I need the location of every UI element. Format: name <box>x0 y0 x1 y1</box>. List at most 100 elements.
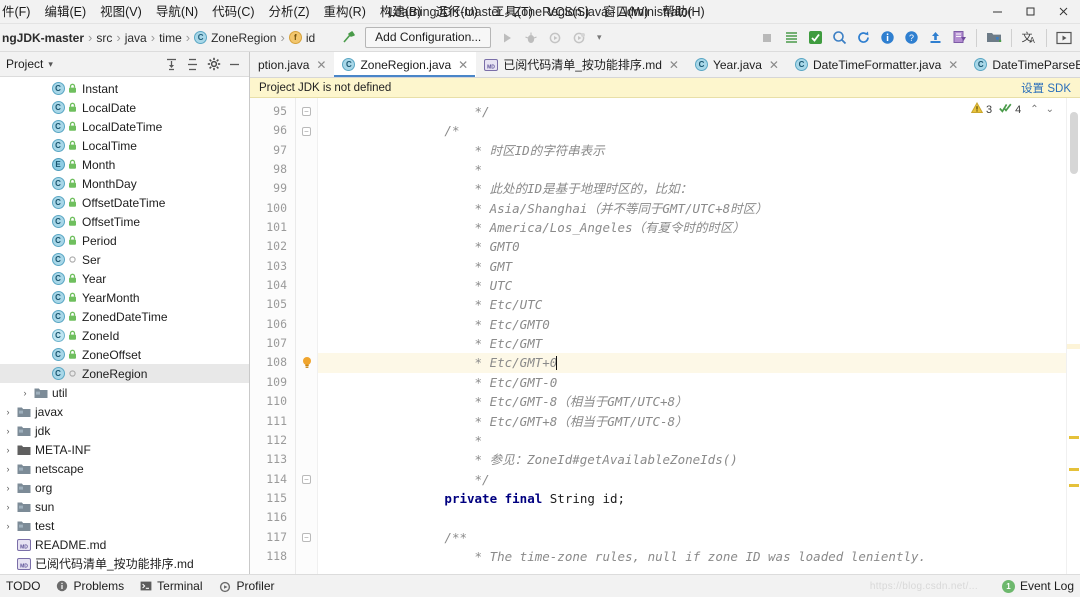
code-line[interactable]: * UTC <box>318 276 1066 295</box>
status-terminal[interactable]: Terminal <box>140 579 203 593</box>
code-line[interactable]: * America/Los_Angeles（有夏令时的时区） <box>318 218 1066 237</box>
close-tab-icon[interactable]: ✕ <box>769 59 779 71</box>
code-line[interactable] <box>318 508 1066 527</box>
chevron-right-icon[interactable]: › <box>0 407 16 417</box>
tree-item[interactable]: › META-INF <box>0 440 249 459</box>
help-icon[interactable]: ? <box>900 27 922 49</box>
tree-item[interactable]: MD README.md <box>0 535 249 554</box>
tree-item[interactable]: › util <box>0 383 249 402</box>
breadcrumb-item-zoneregion[interactable]: C ZoneRegion <box>194 31 276 45</box>
expand-all-icon[interactable] <box>161 54 182 75</box>
code-line[interactable]: * The time-zone rules, null if zone ID w… <box>318 547 1066 566</box>
info-icon[interactable] <box>876 27 898 49</box>
breadcrumb-item-id[interactable]: f id <box>288 31 315 45</box>
menu-view[interactable]: 视图(V) <box>93 0 149 24</box>
menu-edit[interactable]: 编辑(E) <box>37 0 93 24</box>
next-problem-icon[interactable]: ⌄ <box>1044 104 1056 115</box>
editor-tab[interactable]: C DateTimeFormatter.java ✕ <box>786 52 967 77</box>
editor-tab-active[interactable]: C ZoneRegion.java ✕ <box>334 52 477 77</box>
warning-marker[interactable] <box>1069 436 1079 439</box>
menu-file[interactable]: 件(F) <box>0 0 37 24</box>
code-line[interactable]: * <box>318 431 1066 450</box>
code-line-current[interactable]: * Etc/GMT+0 <box>318 353 1066 373</box>
code-line[interactable]: * Etc/GMT+8（相当于GMT/UTC-8） <box>318 412 1066 431</box>
code-line[interactable]: * Etc/GMT-0 <box>318 373 1066 392</box>
code-line[interactable]: * Etc/GMT-8（相当于GMT/UTC+8） <box>318 392 1066 411</box>
menu-build[interactable]: 构建(B) <box>373 0 429 24</box>
tree-item[interactable]: C Period <box>0 231 249 250</box>
project-tree[interactable]: C Instant C LocalDate C LocalDateTime C LocalTi… <box>0 77 249 574</box>
tree-item[interactable]: › jdk <box>0 421 249 440</box>
update-project-icon[interactable] <box>948 27 970 49</box>
code-line[interactable]: /** <box>318 528 1066 547</box>
chevron-right-icon[interactable]: › <box>0 483 16 493</box>
menu-navigate[interactable]: 导航(N) <box>149 0 205 24</box>
event-log-label[interactable]: Event Log <box>1020 579 1074 593</box>
previous-problem-icon[interactable]: ⌃ <box>1028 104 1040 115</box>
fold-gutter[interactable]: – – – – <box>296 98 318 574</box>
close-tab-icon[interactable]: ✕ <box>316 59 326 71</box>
editor-tab[interactable]: MD 已阅代码清单_按功能排序.md ✕ <box>476 52 687 77</box>
menu-refactor[interactable]: 重构(R) <box>317 0 373 24</box>
checkmark-icon[interactable] <box>804 27 826 49</box>
code-line[interactable]: */ <box>318 470 1066 489</box>
breadcrumb-item-src[interactable]: src <box>96 31 112 45</box>
code-line[interactable]: * Etc/GMT0 <box>318 315 1066 334</box>
chevron-right-icon[interactable]: › <box>0 502 16 512</box>
menu-help[interactable]: 帮助(H) <box>655 0 711 24</box>
run-dropdown-icon[interactable]: ▾ <box>592 27 606 49</box>
menu-analyze[interactable]: 分析(Z) <box>262 0 317 24</box>
chevron-right-icon[interactable]: › <box>0 445 16 455</box>
tree-item[interactable]: C ZoneOffset <box>0 345 249 364</box>
code-line[interactable]: */ <box>318 102 1066 121</box>
menu-code[interactable]: 代码(C) <box>205 0 261 24</box>
collapse-all-icon[interactable] <box>182 54 203 75</box>
menu-tools[interactable]: 工具(T) <box>485 0 540 24</box>
tree-item[interactable]: C OffsetDateTime <box>0 193 249 212</box>
status-profiler[interactable]: Profiler <box>219 579 275 593</box>
tree-item[interactable]: C MonthDay <box>0 174 249 193</box>
code-line[interactable]: /* <box>318 121 1066 140</box>
profile-icon[interactable] <box>568 27 590 49</box>
tree-item[interactable]: C Instant <box>0 79 249 98</box>
tree-item[interactable]: MD已阅代码清单_按名称排序.md <box>0 573 249 574</box>
editor-tab[interactable]: ption.java ✕ <box>250 52 335 77</box>
tree-item[interactable]: › javax <box>0 402 249 421</box>
inspection-widget[interactable]: 3 4 ⌃ ⌄ <box>970 101 1056 117</box>
minimize-button[interactable] <box>981 0 1014 24</box>
project-structure-icon[interactable] <box>983 27 1005 49</box>
translate-icon[interactable]: 文A <box>1018 27 1040 49</box>
fold-expand-icon[interactable]: – <box>296 121 317 140</box>
scrollbar-thumb[interactable] <box>1070 112 1078 174</box>
tree-item[interactable]: › test <box>0 516 249 535</box>
tree-item[interactable]: C LocalDate <box>0 98 249 117</box>
tree-item[interactable]: C ZonedDateTime <box>0 307 249 326</box>
code-line[interactable]: * Etc/GMT <box>318 334 1066 353</box>
fold-collapse-icon[interactable]: – <box>296 470 317 489</box>
add-configuration-button[interactable]: Add Configuration... <box>365 27 492 48</box>
breadcrumb-item-java[interactable]: java <box>125 31 147 45</box>
code-content[interactable]: */ /* * 时区ID的字符串表示 * * 此处的ID是基于地理时区的，比如：… <box>318 98 1066 574</box>
breadcrumb-item-ngjdk-master[interactable]: ngJDK-master <box>2 31 84 45</box>
hide-panel-icon[interactable] <box>224 54 245 75</box>
tree-item[interactable]: MD 已阅代码清单_按功能排序.md <box>0 554 249 573</box>
tree-item[interactable]: C OffsetTime <box>0 212 249 231</box>
close-button[interactable] <box>1047 0 1080 24</box>
stop-icon[interactable] <box>756 27 778 49</box>
fold-collapse-icon[interactable]: – <box>296 102 317 121</box>
settings-gear-icon[interactable] <box>203 54 224 75</box>
tree-item[interactable]: › org <box>0 478 249 497</box>
tree-item[interactable]: E Month <box>0 155 249 174</box>
run-with-coverage-icon[interactable] <box>544 27 566 49</box>
breadcrumb-item-time[interactable]: time <box>159 31 182 45</box>
menu-window[interactable]: 窗口(W) <box>596 0 655 24</box>
code-line[interactable]: * Asia/Shanghai（并不等同于GMT/UTC+8时区） <box>318 199 1066 218</box>
code-line[interactable]: * Etc/UTC <box>318 295 1066 314</box>
chevron-down-icon[interactable]: ▾ <box>48 59 53 70</box>
editor-tab[interactable]: C Year.java ✕ <box>686 52 787 77</box>
todo-list-icon[interactable] <box>780 27 802 49</box>
preview-icon[interactable] <box>1053 27 1075 49</box>
code-line[interactable]: private final String id; <box>318 489 1066 508</box>
menu-vcs[interactable]: VCS(S) <box>540 0 596 24</box>
chevron-right-icon[interactable]: › <box>0 521 16 531</box>
